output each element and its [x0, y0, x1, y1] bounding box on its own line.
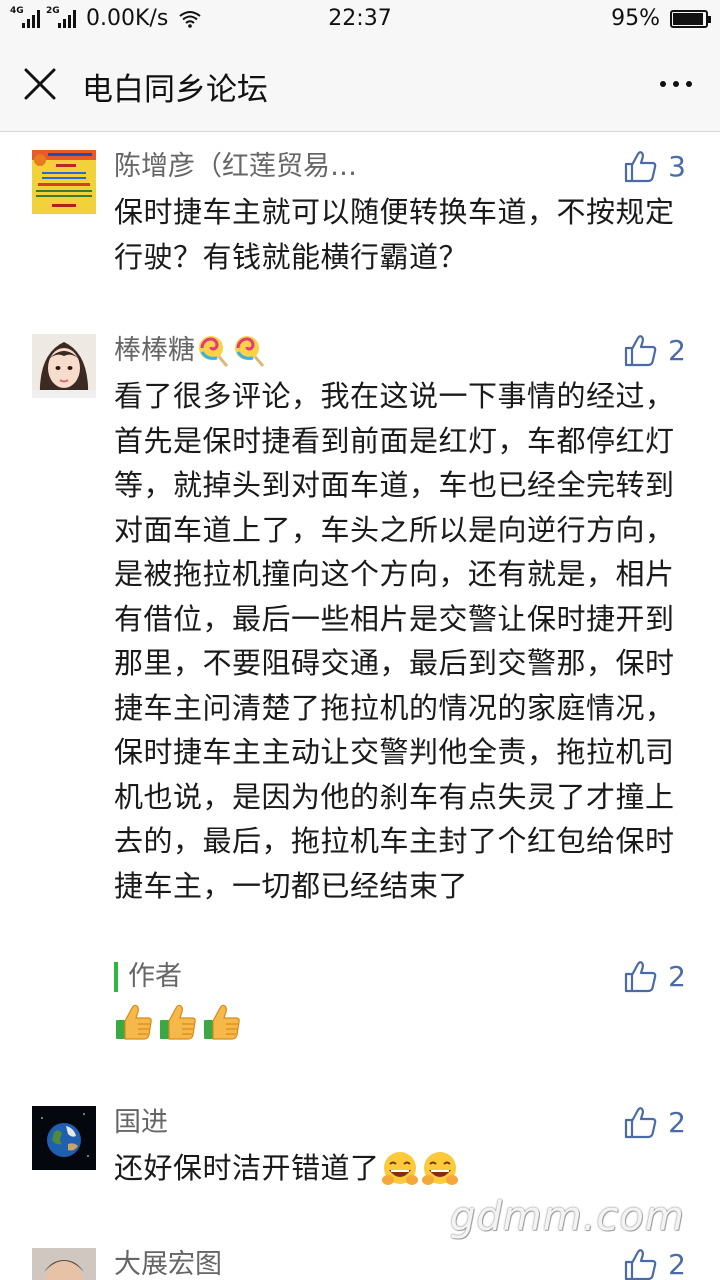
close-icon[interactable]: [20, 64, 60, 104]
battery-percent: 95%: [611, 6, 660, 31]
thumbs-up-outline-icon: [625, 335, 657, 367]
author-reply: 作者: [114, 960, 684, 1050]
comment-text: 看了很多评论，我在这说一下事情的经过，首先是保时捷看到前面是红灯，车都停红灯等，…: [114, 379, 675, 903]
avatar[interactable]: [32, 150, 96, 214]
commenter-name[interactable]: 大展宏图: [114, 1248, 222, 1280]
more-icon: [660, 81, 666, 87]
thumbs-up-outline-icon: [625, 1107, 657, 1139]
like-count: 2: [668, 960, 686, 993]
like-button[interactable]: 2: [624, 1248, 686, 1280]
commenter-name-text: 棒棒糖: [114, 335, 195, 366]
comment-text: 还好保时洁开错道了: [114, 1146, 684, 1191]
status-right: 95%: [611, 6, 711, 31]
grinning-emoji: [421, 1152, 458, 1185]
lollipop-emoji: [199, 336, 229, 367]
battery-icon: [670, 9, 711, 28]
commenter-name[interactable]: 国进: [114, 1106, 168, 1140]
thumbs-up-emoji: [116, 1004, 152, 1040]
more-menu-button[interactable]: [650, 66, 702, 102]
status-bar: 4G 2G 0.00K/s 22:37 95%: [0, 0, 720, 40]
comment-text: 保时捷车主就可以随便转换车道，不按规定行驶？有钱就能横行霸道？: [114, 195, 675, 274]
like-count: 2: [668, 1106, 686, 1139]
like-count: 2: [668, 1248, 686, 1280]
like-button[interactable]: 2: [624, 334, 686, 368]
commenter-name[interactable]: 棒棒糖: [114, 334, 267, 368]
grinning-emoji: [381, 1152, 418, 1185]
thumbs-up-outline-icon: [625, 1249, 657, 1280]
like-button[interactable]: 3: [624, 150, 686, 184]
like-count: 2: [668, 334, 686, 367]
reply-indicator: [114, 962, 118, 992]
avatar[interactable]: [32, 334, 96, 398]
nav-bar: 电白同乡论坛: [0, 40, 720, 132]
thumbs-up-emoji: [160, 1004, 196, 1040]
reply-like-button[interactable]: 2: [624, 960, 686, 994]
page-title: 电白同乡论坛: [82, 72, 268, 108]
watermark: gdmm.com: [450, 1194, 685, 1240]
thumbs-up-outline-icon: [625, 151, 657, 183]
avatar[interactable]: [32, 1248, 96, 1280]
like-count: 3: [668, 150, 686, 183]
commenter-name[interactable]: 陈增彦（红莲贸易…: [114, 150, 357, 184]
reply-author-name[interactable]: 作者: [128, 960, 182, 994]
thumbs-up-emoji: [204, 1004, 240, 1040]
comment-text-content: 还好保时洁开错道了: [114, 1151, 380, 1185]
avatar[interactable]: [32, 1106, 96, 1170]
battery-fill: [673, 12, 704, 25]
lollipop-emoji: [235, 336, 265, 367]
thumbs-up-outline-icon: [625, 961, 657, 993]
like-button[interactable]: 2: [624, 1106, 686, 1140]
reply-text: [114, 1002, 242, 1042]
